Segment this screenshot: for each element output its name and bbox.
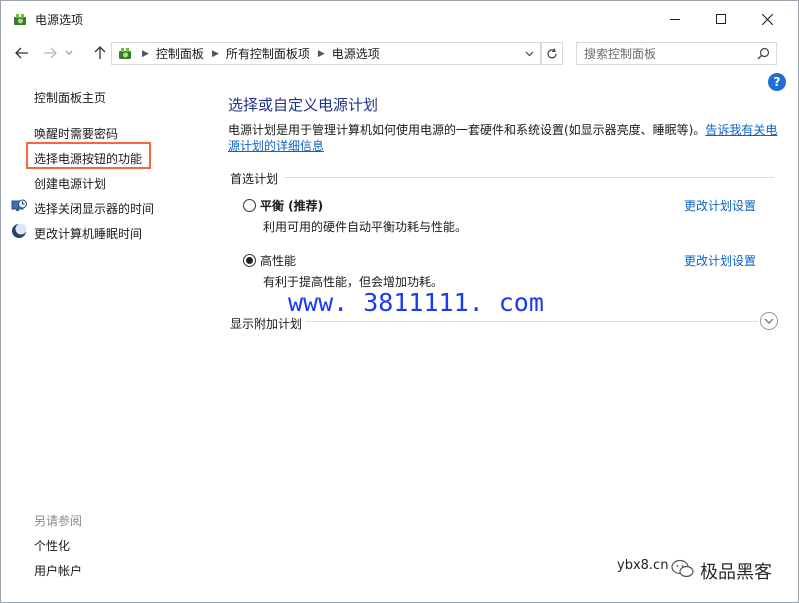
navigation-bar: ▶ 控制面板 ▶ 所有控制面板项 ▶ 电源选项 [1,37,798,69]
chevron-down-icon [764,318,774,324]
search-icon[interactable] [757,47,770,60]
high-performance-change-settings-link[interactable]: 更改计划设置 [684,252,756,269]
address-dropdown-button[interactable] [519,42,539,65]
refresh-button[interactable] [541,42,563,65]
arrow-left-icon [15,47,28,59]
sidebar-item-power-button[interactable]: 选择电源按钮的功能 [34,150,142,167]
search-box[interactable] [576,42,777,65]
help-icon[interactable]: ? [768,73,786,91]
balanced-plan-label[interactable]: 平衡 (推荐) [260,197,323,214]
high-performance-plan-radio[interactable] [243,254,256,267]
description-text: 电源计划是用于管理计算机如何使用电源的一套硬件和系统设置(如显示器亮度、睡眠等)… [228,123,706,137]
corner-watermark-brand: 极品黑客 [700,562,772,583]
preferred-plans-heading: 首选计划 [230,172,279,186]
sidebar-item-create-plan[interactable]: 创建电源计划 [34,175,106,192]
balanced-plan-radio[interactable] [243,199,256,212]
balanced-plan-description: 利用可用的硬件自动平衡功耗与性能。 [263,220,468,234]
recent-locations-button[interactable] [63,43,75,63]
chevron-down-icon [525,51,533,56]
forward-button[interactable] [39,43,61,63]
breadcrumb-control-panel[interactable]: 控制面板 [156,45,204,62]
chevron-right-icon: ▶ [317,48,325,59]
close-icon [761,13,773,25]
high-performance-plan-label[interactable]: 高性能 [260,252,296,269]
sidebar-item-wake-password[interactable]: 唤醒时需要密码 [34,125,118,142]
arrow-up-icon [94,46,106,59]
back-button[interactable] [11,43,33,63]
breadcrumb-all-items[interactable]: 所有控制面板项 [226,45,310,62]
watermark-text: www. 3811111. com [288,288,544,317]
power-options-icon [14,14,26,25]
close-button[interactable] [744,1,790,37]
divider [284,177,774,178]
expand-additional-plans-button[interactable] [760,312,778,330]
sidebar-item-personalization[interactable]: 个性化 [34,537,70,554]
minimize-button[interactable] [652,1,698,37]
sidebar-item-home[interactable]: 控制面板主页 [34,89,106,106]
chevron-right-icon: ▶ [211,48,219,59]
monitor-clock-icon [11,199,27,211]
maximize-button[interactable] [698,1,744,37]
divider [306,321,758,322]
breadcrumb-power-options[interactable]: 电源选项 [332,45,380,62]
balanced-change-settings-link[interactable]: 更改计划设置 [684,197,756,214]
refresh-icon [547,47,557,58]
minimize-icon [670,18,680,20]
control-panel-icon [119,48,131,59]
arrow-right-icon [44,47,57,59]
power-options-window: 电源选项 ▶ 控制面板 ▶ 所有控制面板项 ▶ 电源选项 搜索控制面板 ? 控制… [0,0,799,603]
maximize-icon [716,14,726,24]
up-button[interactable] [89,43,111,63]
corner-watermark-site: ybx8.cn [617,558,669,573]
search-input[interactable] [584,43,754,64]
moon-icon [12,223,27,238]
wechat-icon [671,559,694,578]
window-title: 电源选项 [35,13,84,27]
title-bar: 电源选项 [1,1,798,37]
chevron-right-icon: ▶ [142,48,149,59]
sidebar-item-user-accounts[interactable]: 用户帐户 [34,562,82,579]
page-description: 电源计划是用于管理计算机如何使用电源的一套硬件和系统设置(如显示器亮度、睡眠等)… [228,122,778,154]
sidebar-item-display-off-time[interactable]: 选择关闭显示器的时间 [34,200,154,217]
see-also-heading: 另请参阅 [34,514,83,528]
page-title: 选择或自定义电源计划 [228,96,379,114]
show-additional-plans-label[interactable]: 显示附加计划 [230,315,302,332]
address-bar[interactable]: ▶ 控制面板 ▶ 所有控制面板项 ▶ 电源选项 [111,42,541,65]
sidebar-item-sleep-time[interactable]: 更改计算机睡眠时间 [34,225,142,242]
chevron-down-icon [65,50,73,55]
